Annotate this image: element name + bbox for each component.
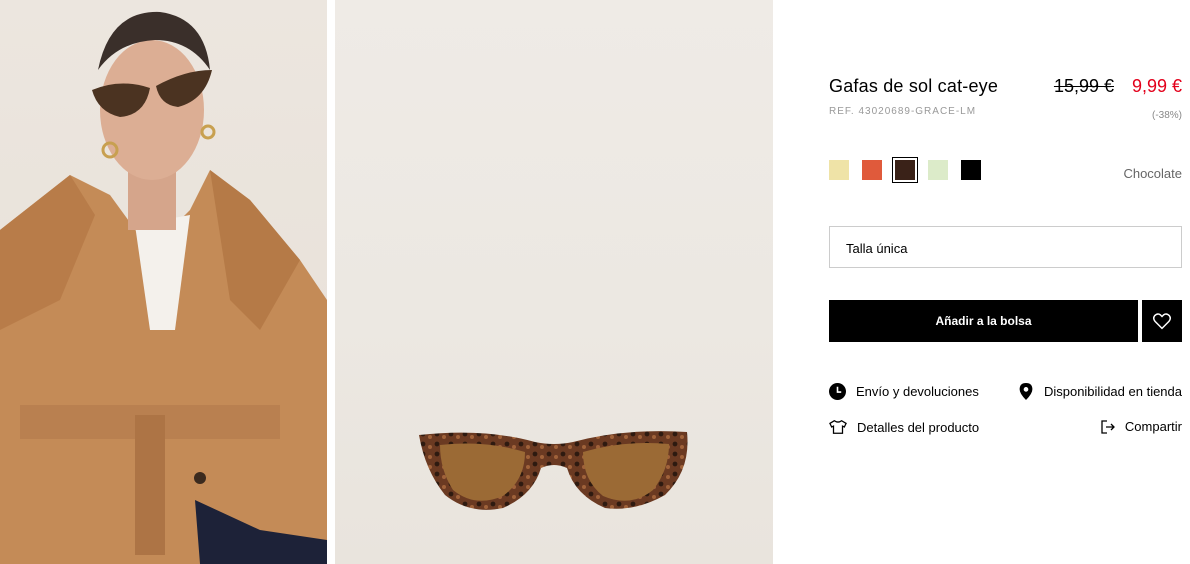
- color-swatch-orange[interactable]: [862, 160, 882, 180]
- color-swatch-mint[interactable]: [928, 160, 948, 180]
- store-availability-link[interactable]: Disponibilidad en tienda: [1018, 383, 1182, 400]
- size-selector[interactable]: Talla única: [829, 226, 1182, 268]
- shipping-returns-link[interactable]: Envío y devoluciones: [829, 383, 979, 400]
- image-gap: [327, 0, 335, 564]
- share-link[interactable]: Compartir: [1101, 419, 1182, 434]
- product-title: Gafas de sol cat-eye: [829, 76, 999, 96]
- model-photo[interactable]: [0, 0, 327, 564]
- add-to-bag-label: Añadir a la bolsa: [935, 314, 1032, 328]
- share-label: Compartir: [1124, 419, 1182, 434]
- color-swatch-yellow[interactable]: [829, 160, 849, 180]
- store-availability-label: Disponibilidad en tienda: [1043, 384, 1182, 399]
- product-reference: REF. 43020689-GRACE-LM: [829, 106, 977, 117]
- product-info-panel: Gafas de sol cat-eye REF. 43020689-GRACE…: [829, 0, 1182, 564]
- discount-badge: (-38%): [1151, 110, 1182, 121]
- size-value: Talla única: [846, 241, 908, 256]
- color-swatches: [829, 157, 994, 183]
- tshirt-icon: [829, 419, 847, 434]
- color-swatch-chocolate[interactable]: [892, 157, 918, 183]
- product-photo[interactable]: [335, 0, 773, 564]
- share-arrow-icon: [1101, 419, 1115, 434]
- sunglasses-illustration: [419, 431, 688, 510]
- sale-price: 9,99 €: [1131, 76, 1182, 96]
- wishlist-button[interactable]: [1142, 300, 1182, 342]
- model-illustration: [0, 11, 327, 564]
- shipping-returns-label: Envío y devoluciones: [856, 384, 979, 399]
- clock-icon: [829, 383, 846, 400]
- product-details-link[interactable]: Detalles del producto: [829, 419, 979, 435]
- heart-icon: [1152, 313, 1172, 330]
- product-details-label: Detalles del producto: [857, 419, 980, 435]
- color-swatch-black[interactable]: [961, 160, 981, 180]
- selected-color-name: Chocolate: [1123, 166, 1182, 181]
- original-price: 15,99 €: [1053, 76, 1114, 96]
- location-pin-icon: [1019, 383, 1033, 400]
- add-to-bag-button[interactable]: Añadir a la bolsa: [829, 300, 1138, 342]
